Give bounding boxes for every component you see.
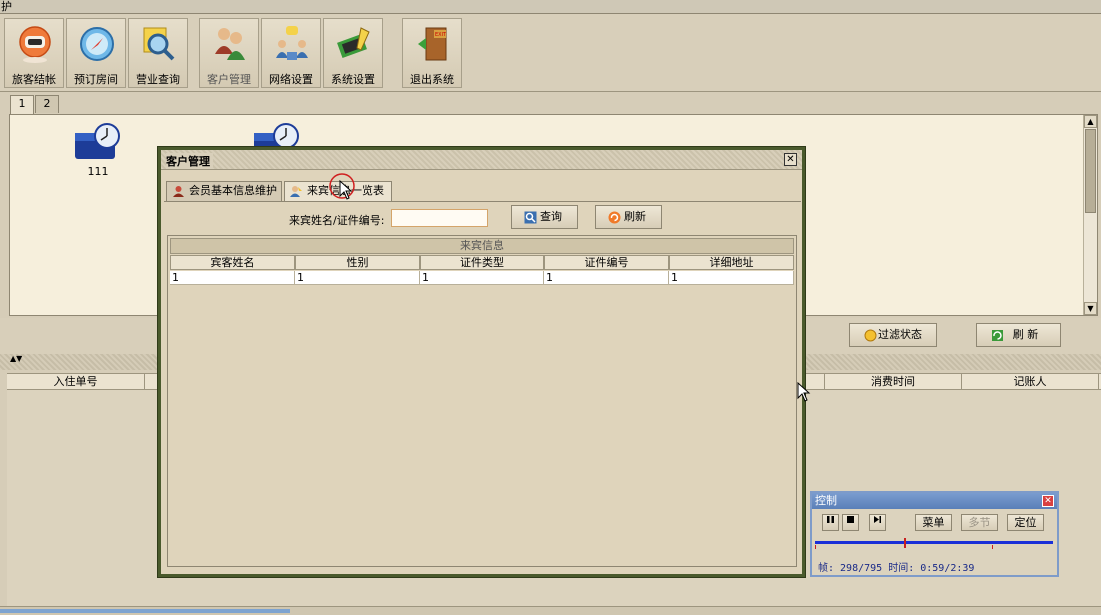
column-header[interactable]: 记账人 — [962, 374, 1099, 389]
control-title: 控制 — [815, 494, 837, 507]
section-marker — [992, 545, 993, 549]
guest-info-grid: 来宾信息 宾客姓名 性别 证件类型 证件编号 详细地址 1 1 1 1 1 — [167, 235, 797, 567]
query-button[interactable]: 查询 — [511, 205, 578, 229]
compass-icon — [80, 27, 114, 61]
control-titlebar[interactable]: 控制 ✕ — [812, 493, 1057, 509]
tab-member-info[interactable]: 会员基本信息维护 — [166, 181, 282, 201]
grid-caption: 来宾信息 — [170, 238, 794, 254]
search-label: 来宾姓名/证件编号: — [289, 214, 385, 227]
room-tile-111[interactable]: 111 — [71, 123, 125, 178]
exit-system-label: 退出系统 — [410, 73, 454, 86]
search-icon — [524, 211, 537, 224]
network-settings-label: 网络设置 — [269, 73, 313, 86]
tools-icon — [337, 27, 370, 58]
system-settings-label: 系统设置 — [331, 73, 375, 86]
grid-column-header[interactable]: 证件编号 — [544, 255, 669, 270]
grid-column-header[interactable]: 证件类型 — [420, 255, 544, 270]
step-forward-icon — [874, 516, 881, 523]
pause-icon — [827, 516, 834, 523]
exit-system-button[interactable]: EXIT 退出系统 — [402, 18, 462, 88]
scroll-up-icon[interactable]: ▲ — [1084, 115, 1097, 128]
svg-text:EXIT: EXIT — [435, 32, 447, 38]
playback-status: 帧: 298/795 时间: 0:59/2:39 — [818, 563, 975, 574]
tab-label: 会员基本信息维护 — [189, 184, 277, 197]
guest-search-input[interactable] — [391, 209, 488, 227]
filter-status-button[interactable]: 过滤状态 — [849, 323, 937, 347]
grid-cell[interactable]: 1 — [170, 271, 295, 285]
mouse-cursor-icon — [797, 382, 811, 402]
column-header[interactable]: 入住单号 — [7, 374, 145, 389]
guest-icon — [290, 186, 302, 197]
search-icon — [143, 27, 175, 61]
grid-column-header[interactable]: 宾客姓名 — [170, 255, 295, 270]
menu-button[interactable]: 菜单 — [915, 514, 952, 531]
stop-icon — [847, 516, 854, 523]
section-marker — [815, 545, 816, 549]
grid-cell[interactable]: 1 — [669, 271, 794, 285]
room-label: 111 — [87, 165, 109, 178]
main-toolbar: 旅客结帐 预订房间 营业查询 客户管理 网络设置 系统设置 EXIT 退出系统 — [0, 14, 1101, 92]
room-panel-scrollbar[interactable]: ▲ ▼ — [1083, 115, 1097, 315]
splitter-toggle-icon[interactable]: ▲▼ — [10, 354, 22, 363]
status-progress — [0, 609, 290, 613]
mouse-cursor-icon — [339, 180, 353, 200]
system-settings-button[interactable]: 系统设置 — [323, 18, 383, 88]
customer-manage-label: 客户管理 — [207, 73, 251, 86]
refresh-label: 刷 新 — [1012, 328, 1039, 341]
exit-door-icon: EXIT — [418, 27, 447, 61]
step-forward-button[interactable] — [869, 514, 886, 531]
scroll-thumb[interactable] — [1085, 129, 1096, 213]
column-header[interactable]: 消费时间 — [825, 374, 962, 389]
dialog-titlebar[interactable]: 客户管理 ✕ — [161, 150, 802, 170]
network-icon — [276, 26, 308, 60]
status-bar — [0, 606, 1101, 615]
dialog-title: 客户管理 — [166, 153, 213, 169]
refresh-icon — [992, 330, 1003, 341]
reserve-room-label: 预订房间 — [74, 73, 118, 86]
locate-button[interactable]: 定位 — [1007, 514, 1044, 531]
playback-position-marker[interactable] — [904, 538, 907, 548]
dialog-refresh-button[interactable]: 刷新 — [595, 205, 662, 229]
playback-control-panel: 控制 ✕ 菜单 多节 定位 帧: 298/795 时间: 0:59/2:39 — [810, 491, 1059, 577]
close-icon[interactable]: ✕ — [1042, 495, 1054, 507]
refresh-icon — [608, 211, 621, 224]
business-query-label: 营业查询 — [136, 73, 180, 86]
customer-management-dialog: 客户管理 ✕ 会员基本信息维护 来宾信息一览表 来宾姓名/证件编号: — [158, 147, 805, 577]
reserve-room-button[interactable]: 预订房间 — [66, 18, 126, 88]
dialog-refresh-label: 刷新 — [624, 210, 646, 223]
pause-button[interactable] — [822, 514, 839, 531]
network-settings-button[interactable]: 网络设置 — [261, 18, 321, 88]
query-label: 查询 — [540, 210, 562, 223]
checkout-label: 旅客结帐 — [12, 73, 56, 86]
window-title: 护 — [1, 0, 12, 13]
business-query-button[interactable]: 营业查询 — [128, 18, 188, 88]
floor-tab-2[interactable]: 2 — [35, 95, 59, 113]
grid-cell[interactable]: 1 — [420, 271, 544, 285]
grid-column-header[interactable]: 性别 — [295, 255, 420, 270]
grid-column-header[interactable]: 详细地址 — [669, 255, 794, 270]
window-titlebar: 护 — [0, 0, 1101, 14]
customer-manage-button[interactable]: 客户管理 — [199, 18, 259, 88]
multi-section-button[interactable]: 多节 — [961, 514, 998, 531]
playback-progress-track[interactable] — [815, 541, 1053, 544]
member-icon — [173, 186, 184, 197]
floor-tab-1[interactable]: 1 — [10, 95, 34, 114]
checkout-button[interactable]: 旅客结帐 — [4, 18, 64, 88]
filter-status-label: 过滤状态 — [878, 328, 922, 341]
customer-icon — [215, 28, 245, 60]
grid-cell[interactable]: 1 — [295, 271, 420, 285]
tab-divider — [164, 201, 801, 202]
room-clock-icon — [75, 123, 120, 159]
close-icon[interactable]: ✕ — [784, 153, 797, 166]
robot-icon — [19, 26, 51, 63]
refresh-button[interactable]: 刷 新 — [976, 323, 1061, 347]
filter-icon — [864, 329, 877, 342]
grid-cell[interactable]: 1 — [544, 271, 669, 285]
stop-button[interactable] — [842, 514, 859, 531]
scroll-down-icon[interactable]: ▼ — [1084, 302, 1097, 315]
